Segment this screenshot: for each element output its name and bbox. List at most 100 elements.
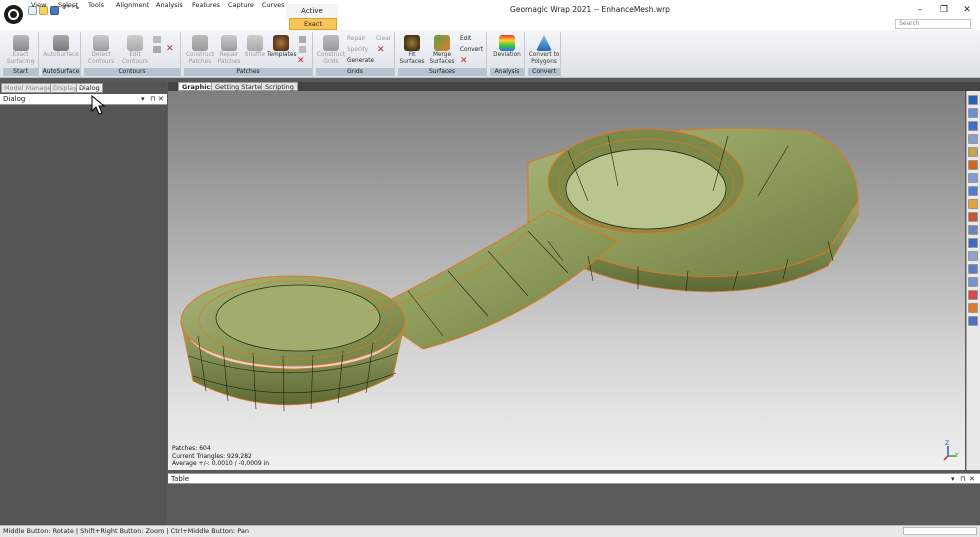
pin-icon[interactable]: ⊓ <box>150 94 155 104</box>
minimize-button[interactable]: – <box>910 3 930 17</box>
patch-tool-icon[interactable] <box>299 46 306 53</box>
close-panel-icon[interactable]: ✕ <box>158 94 164 104</box>
status-text: Middle Button: Rotate | Shift+Right Butt… <box>3 527 249 535</box>
exact-surfacing-button[interactable]: Exact Surfacing <box>3 35 38 65</box>
ribbon-group-label: Analysis <box>490 68 524 76</box>
view-icon[interactable] <box>968 303 978 313</box>
merge-surfaces-button[interactable]: Merge Surfaces <box>427 35 457 65</box>
shuffle-button[interactable]: Shuffle <box>243 35 267 59</box>
view-icon[interactable] <box>968 147 978 157</box>
exact-surfacing-icon <box>12 35 29 51</box>
edit-contours-button[interactable]: Edit Contours <box>119 35 151 65</box>
ribbon-group-label: Patches <box>184 68 312 76</box>
status-bar: Middle Button: Rotate | Shift+Right Butt… <box>0 525 980 537</box>
construct-patches-button[interactable]: Construct Patches <box>185 35 215 65</box>
view-icon[interactable] <box>968 173 978 183</box>
view-icon[interactable] <box>968 251 978 261</box>
fit-surfaces-button[interactable]: Fit Surfaces <box>399 35 425 65</box>
contour-tool-icon[interactable] <box>153 36 161 43</box>
tab-exact-surfaces[interactable]: Exact Surfaces <box>289 18 337 38</box>
menu-select[interactable]: Select <box>58 0 78 11</box>
view-icon[interactable] <box>968 238 978 248</box>
ribbon-group-label: Contours <box>84 68 180 76</box>
construct-grids-button[interactable]: Construct Grids <box>316 35 346 65</box>
clear-patches-icon[interactable]: ✕ <box>297 57 305 66</box>
window-title: Geomagic Wrap 2021 -- EnhanceMesh.wrp <box>510 5 670 14</box>
patches-count: Patches: 604 <box>172 445 211 452</box>
menu-tools[interactable]: Tools <box>88 0 104 11</box>
shuffle-icon <box>247 35 263 51</box>
menu-alignment[interactable]: Alignment <box>116 0 149 11</box>
tab-model-manager[interactable]: Model Manager <box>1 83 58 93</box>
convert-surfaces-button[interactable]: Convert <box>460 47 483 54</box>
autosurface-icon <box>53 35 69 51</box>
panel-menu-icon[interactable]: ▾ <box>141 94 145 104</box>
model-body <box>180 127 859 406</box>
patch-tool-icon[interactable] <box>299 36 306 43</box>
menu-features[interactable]: Features <box>192 0 220 11</box>
tab-scripting[interactable]: Scripting <box>261 82 298 91</box>
view-icon[interactable] <box>968 212 978 222</box>
view-icon[interactable] <box>968 186 978 196</box>
deviation-button[interactable]: Deviation <box>490 35 524 59</box>
clear-surfaces-icon[interactable]: ✕ <box>460 57 468 66</box>
view-icon[interactable] <box>968 199 978 209</box>
construct-grids-icon <box>323 35 339 51</box>
view-icon[interactable] <box>968 264 978 274</box>
fit-surfaces-icon <box>404 35 420 51</box>
convert-to-polygons-button[interactable]: Convert to Polygons <box>528 35 560 65</box>
view-icon[interactable] <box>968 121 978 131</box>
edit-contours-icon <box>127 35 143 51</box>
contour-tool-icon[interactable] <box>153 46 161 53</box>
menu-view[interactable]: View <box>31 0 46 11</box>
left-panel <box>0 82 167 530</box>
view-icon[interactable] <box>968 134 978 144</box>
tab-dialog[interactable]: Dialog <box>76 83 103 93</box>
ribbon-group-label: AutoSurface <box>42 68 80 76</box>
ribbon-group-label: Start <box>3 68 38 76</box>
detect-contours-button[interactable]: Detect Contours <box>85 35 117 65</box>
view-icon[interactable] <box>968 160 978 170</box>
view-icon[interactable] <box>968 290 978 300</box>
clear-grids-icon[interactable]: ✕ <box>377 46 385 55</box>
search-input[interactable]: Search <box>895 19 971 29</box>
repair-grids-button[interactable]: Repair <box>347 36 366 43</box>
merge-surfaces-icon <box>434 35 450 51</box>
templates-icon <box>273 35 289 51</box>
close-panel-icon[interactable]: ✕ <box>969 474 975 484</box>
app-logo-icon[interactable] <box>4 5 23 24</box>
restore-button[interactable]: ❐ <box>934 3 954 17</box>
context-tab-header: Active <box>286 4 338 18</box>
triangle-count: Current Triangles: 929,282 <box>172 452 252 460</box>
table-panel-header: Table <box>168 473 980 484</box>
menu-analysis[interactable]: Analysis <box>156 0 183 11</box>
menu-capture[interactable]: Capture <box>228 0 254 11</box>
view-icon[interactable] <box>968 95 978 105</box>
status-field <box>903 527 977 535</box>
templates-button[interactable]: Templates <box>267 35 296 59</box>
clear-grids-button[interactable]: Clear <box>376 36 391 43</box>
menu-curves[interactable]: Curves <box>262 0 285 11</box>
edit-surfaces-button[interactable]: Edit <box>460 36 471 43</box>
table-panel <box>168 484 980 523</box>
view-icon[interactable] <box>968 316 978 326</box>
dialog-panel-title: Dialog <box>3 95 26 103</box>
generate-grids-button[interactable]: Generate <box>347 58 374 65</box>
panel-menu-icon[interactable]: ▾ <box>951 474 955 484</box>
convert-to-polygons-icon <box>536 35 552 51</box>
construct-patches-icon <box>192 35 208 51</box>
detect-contours-icon <box>93 35 109 51</box>
ribbon-group-label: Grids <box>316 68 394 76</box>
autosurface-button[interactable]: AutoSurface <box>42 35 80 59</box>
pin-icon[interactable]: ⊓ <box>960 474 965 484</box>
connecting-rod-model[interactable] <box>168 91 965 470</box>
view-icon[interactable] <box>968 277 978 287</box>
view-icon[interactable] <box>968 225 978 235</box>
clear-contours-icon[interactable]: ✕ <box>166 45 174 54</box>
repair-patches-button[interactable]: Repair Patches <box>215 35 243 65</box>
close-button[interactable]: ✕ <box>957 3 977 17</box>
table-panel-title: Table <box>171 475 190 483</box>
view-icon[interactable] <box>968 108 978 118</box>
ribbon-group-label: Surfaces <box>398 68 486 76</box>
specify-grids-button[interactable]: Specify <box>347 47 368 54</box>
